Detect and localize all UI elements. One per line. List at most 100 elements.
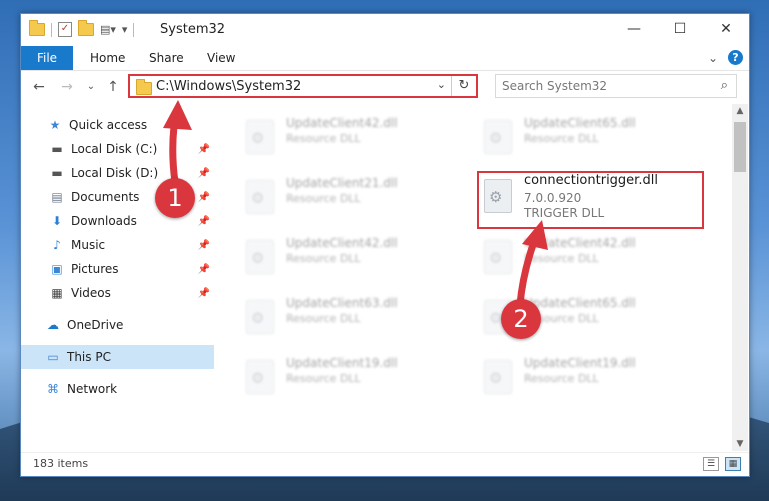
sidebar-item-videos[interactable]: ▦ Videos 📌 <box>21 281 214 305</box>
toolbar-separator <box>133 22 135 37</box>
sidebar-item-local-disk-c[interactable]: ▬ Local Disk (C:) 📌 <box>21 137 214 161</box>
close-button[interactable]: ✕ <box>703 14 749 44</box>
scroll-up-icon[interactable]: ▲ <box>732 106 748 116</box>
file-name: UpdateClient42.dll <box>524 236 636 250</box>
step-badge-2: 2 <box>501 299 541 339</box>
search-input[interactable]: Search System32 <box>502 79 607 93</box>
new-folder-icon[interactable] <box>78 20 94 36</box>
folder-icon <box>29 20 45 36</box>
videos-icon: ▦ <box>51 286 63 300</box>
file-name: UpdateClient21.dll <box>286 176 398 190</box>
dll-file-icon <box>246 180 274 214</box>
list-item[interactable]: UpdateClient65.dll Resource DLL <box>474 114 694 162</box>
sidebar-item-label: Documents <box>71 190 140 204</box>
list-item[interactable]: UpdateClient42.dll Resource DLL <box>474 234 694 282</box>
up-button[interactable]: ↑ <box>103 77 123 97</box>
minimize-button[interactable]: — <box>611 14 657 44</box>
file-type: Resource DLL <box>524 132 599 145</box>
list-item[interactable]: UpdateClient21.dll Resource DLL <box>236 174 456 222</box>
pictures-icon: ▣ <box>51 262 63 276</box>
list-item[interactable]: UpdateClient63.dll Resource DLL <box>236 294 456 342</box>
file-name: UpdateClient42.dll <box>286 116 398 130</box>
search-box[interactable]: Search System32 ⌕ <box>495 74 737 98</box>
highlight-box <box>477 171 704 229</box>
pin-icon[interactable]: 📌 <box>198 216 210 227</box>
properties-check-icon[interactable]: ✓ <box>58 22 72 37</box>
step-badge-1: 1 <box>155 178 195 218</box>
status-bar: 183 items ☰ ▦ <box>21 452 749 477</box>
scroll-thumb[interactable] <box>734 122 746 172</box>
file-list: UpdateClient42.dll Resource DLL UpdateCl… <box>226 104 731 451</box>
address-bar[interactable]: C:\Windows\System32 ⌄ ↻ <box>128 74 478 98</box>
sidebar-item-label: Network <box>67 382 118 396</box>
forward-button[interactable]: → <box>57 77 77 97</box>
vertical-scrollbar[interactable]: ▲ ▼ <box>732 104 748 451</box>
dll-file-icon <box>246 240 274 274</box>
title-bar: ✓ ▤▾ ▾ System32 — ☐ ✕ <box>21 14 749 46</box>
dll-file-icon <box>246 300 274 334</box>
pin-icon[interactable]: 📌 <box>198 168 210 179</box>
expand-ribbon-icon[interactable]: ⌄ <box>708 51 718 65</box>
sidebar-item-label: Music <box>71 238 106 252</box>
sidebar-item-label: OneDrive <box>67 318 124 332</box>
scroll-down-icon[interactable]: ▼ <box>732 439 748 449</box>
sidebar-item-label: Pictures <box>71 262 119 276</box>
tab-view[interactable]: View <box>207 46 235 70</box>
file-name: UpdateClient19.dll <box>524 356 636 370</box>
back-button[interactable]: ← <box>29 77 49 97</box>
file-name: UpdateClient65.dll <box>524 116 636 130</box>
tab-share[interactable]: Share <box>149 46 184 70</box>
music-icon: ♪ <box>53 238 61 252</box>
dll-file-icon <box>484 120 512 154</box>
tab-file[interactable]: File <box>21 46 73 70</box>
file-type: Resource DLL <box>524 372 599 385</box>
documents-icon: ▤ <box>51 190 63 204</box>
cloud-icon: ☁ <box>47 318 59 332</box>
window-title: System32 <box>160 22 226 37</box>
recent-locations-button[interactable]: ⌄ <box>81 77 101 97</box>
navigation-bar: ← → ⌄ ↑ C:\Windows\System32 ⌄ ↻ Search S… <box>21 71 749 103</box>
sidebar-item-onedrive[interactable]: ☁ OneDrive <box>21 313 214 337</box>
list-item[interactable]: UpdateClient42.dll Resource DLL <box>236 114 456 162</box>
pin-icon[interactable]: 📌 <box>198 240 210 251</box>
tab-home[interactable]: Home <box>90 46 125 70</box>
file-explorer-window: ✓ ▤▾ ▾ System32 — ☐ ✕ File Home Share Vi… <box>20 13 750 477</box>
sidebar-item-network[interactable]: ⌘ Network <box>21 377 214 401</box>
list-item[interactable]: UpdateClient42.dll Resource DLL <box>236 234 456 282</box>
customize-toolbar-icon[interactable]: ▤▾ <box>100 23 116 36</box>
help-icon[interactable]: ? <box>728 50 743 65</box>
dll-file-icon <box>246 360 274 394</box>
pin-icon[interactable]: 📌 <box>198 192 210 203</box>
computer-icon: ▭ <box>47 350 59 364</box>
sidebar-item-label: Quick access <box>69 118 148 132</box>
large-icons-view-button[interactable]: ▦ <box>725 457 741 471</box>
maximize-button[interactable]: ☐ <box>657 14 703 44</box>
toolbar-dropdown-icon[interactable]: ▾ <box>122 23 128 36</box>
file-type: Resource DLL <box>524 252 599 265</box>
list-item[interactable]: UpdateClient19.dll Resource DLL <box>474 354 694 402</box>
sidebar-item-label: Videos <box>71 286 111 300</box>
sidebar-item-music[interactable]: ♪ Music 📌 <box>21 233 214 257</box>
refresh-button[interactable]: ↻ <box>451 76 476 96</box>
file-type: Resource DLL <box>286 252 361 265</box>
pin-icon[interactable]: 📌 <box>198 144 210 155</box>
pin-icon[interactable]: 📌 <box>198 288 210 299</box>
drive-icon: ▬ <box>51 166 63 180</box>
details-view-button[interactable]: ☰ <box>703 457 719 471</box>
sidebar-item-label: Local Disk (C:) <box>71 142 158 156</box>
sidebar-item-label: This PC <box>67 350 111 364</box>
address-path[interactable]: C:\Windows\System32 <box>156 79 301 94</box>
file-type: Resource DLL <box>286 372 361 385</box>
file-name: UpdateClient42.dll <box>286 236 398 250</box>
sidebar-item-pictures[interactable]: ▣ Pictures 📌 <box>21 257 214 281</box>
sidebar-item-quick-access[interactable]: ★ Quick access <box>21 113 214 137</box>
file-type: Resource DLL <box>286 192 361 205</box>
list-item[interactable]: UpdateClient19.dll Resource DLL <box>236 354 456 402</box>
dll-file-icon <box>484 360 512 394</box>
star-icon: ★ <box>49 118 61 132</box>
pin-icon[interactable]: 📌 <box>198 264 210 275</box>
sidebar-item-this-pc[interactable]: ▭ This PC <box>21 345 214 369</box>
dll-file-icon <box>484 240 512 274</box>
ribbon-tabs: File Home Share View ⌄ ? <box>21 46 749 71</box>
address-dropdown-icon[interactable]: ⌄ <box>437 78 446 91</box>
